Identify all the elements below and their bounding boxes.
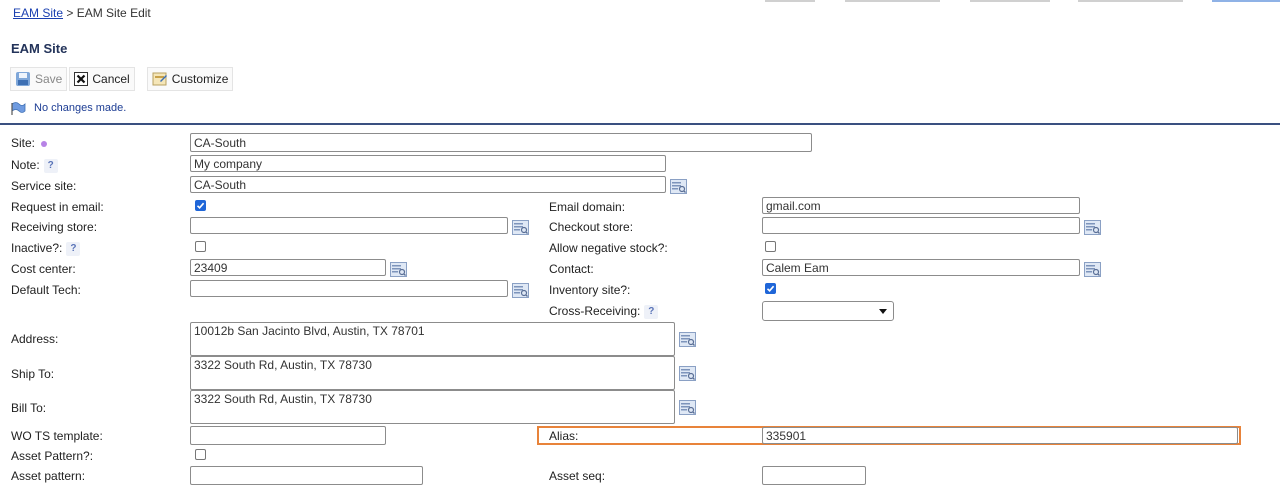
note-input[interactable] xyxy=(190,155,666,172)
address-lookup-icon[interactable] xyxy=(679,332,696,347)
request-in-email-checkbox[interactable] xyxy=(195,200,206,211)
allow-negative-stock-checkbox[interactable] xyxy=(765,241,776,252)
cost-center-label: Cost center: xyxy=(11,262,76,276)
breadcrumb-current: EAM Site Edit xyxy=(76,6,151,20)
default-tech-input[interactable] xyxy=(190,280,508,297)
email-domain-input[interactable] xyxy=(762,197,1080,214)
address-label: Address: xyxy=(11,332,59,346)
site-label-text: Site: xyxy=(11,136,36,150)
required-indicator-icon xyxy=(41,140,48,147)
allow-negative-stock-label: Allow negative stock?: xyxy=(549,241,668,255)
bill-to-textarea[interactable]: 3322 South Rd, Austin, TX 78730 xyxy=(190,390,675,424)
ship-to-label: Ship To: xyxy=(11,367,55,381)
cancel-button[interactable]: Cancel xyxy=(69,67,135,91)
wo-ts-template-label: WO TS template: xyxy=(11,429,103,443)
asset-seq-label: Asset seq: xyxy=(549,469,606,483)
save-label: Save xyxy=(35,72,63,86)
checkout-store-input[interactable] xyxy=(762,217,1080,234)
cross-receiving-select[interactable] xyxy=(762,301,894,321)
contact-label: Contact: xyxy=(549,262,594,276)
email-domain-label: Email domain: xyxy=(549,200,626,214)
receiving-store-input[interactable] xyxy=(190,217,508,234)
note-help-icon[interactable]: ? xyxy=(43,158,58,173)
cross-receiving-label: Cross-Receiving:? xyxy=(549,304,659,319)
cross-receiving-help-icon[interactable]: ? xyxy=(644,304,659,319)
floppy-disk-icon xyxy=(16,72,30,86)
info-flag-icon xyxy=(11,102,26,115)
status-message: No changes made. xyxy=(34,102,127,114)
inventory-site-checkbox[interactable] xyxy=(765,283,776,294)
default-tech-label: Default Tech: xyxy=(11,283,81,297)
customize-button[interactable]: Customize xyxy=(146,67,234,91)
header-divider xyxy=(0,123,1280,125)
asset-pattern-input[interactable] xyxy=(190,466,423,485)
page-title: EAM Site xyxy=(11,41,68,56)
checkout-store-lookup-icon[interactable] xyxy=(1084,220,1101,235)
cross-receiving-label-text: Cross-Receiving: xyxy=(549,304,641,318)
note-label-text: Note: xyxy=(11,158,40,172)
address-textarea[interactable]: 10012b San Jacinto Blvd, Austin, TX 7870… xyxy=(190,322,675,356)
site-input[interactable] xyxy=(190,133,812,152)
checkmark-icon xyxy=(196,202,205,209)
inactive-label: Inactive?:? xyxy=(11,241,81,256)
receiving-store-label: Receiving store: xyxy=(11,220,98,234)
alias-label: Alias: xyxy=(549,429,579,443)
alias-input[interactable] xyxy=(762,427,1238,444)
inactive-checkbox[interactable] xyxy=(195,241,206,252)
cancel-label: Cancel xyxy=(92,72,130,86)
close-icon xyxy=(74,72,89,86)
caret-down-icon xyxy=(879,308,887,314)
breadcrumb-link-eam-site[interactable]: EAM Site xyxy=(13,6,63,20)
contact-lookup-icon[interactable] xyxy=(1084,262,1101,277)
customize-icon xyxy=(152,72,167,86)
site-label: Site: xyxy=(11,136,48,150)
inventory-site-label: Inventory site?: xyxy=(549,283,631,297)
checkmark-icon xyxy=(766,285,775,292)
service-site-lookup-icon[interactable] xyxy=(670,179,687,194)
status-bar: No changes made. xyxy=(10,101,126,115)
cost-center-lookup-icon[interactable] xyxy=(390,262,407,277)
save-button[interactable]: Save xyxy=(10,67,68,91)
default-tech-lookup-icon[interactable] xyxy=(512,283,529,298)
toolbar: Save Cancel Customize xyxy=(10,67,234,91)
wo-ts-template-input[interactable] xyxy=(190,426,386,445)
receiving-store-lookup-icon[interactable] xyxy=(512,220,529,235)
contact-input[interactable] xyxy=(762,259,1080,276)
note-label: Note:? xyxy=(11,158,58,173)
asset-pattern-label: Asset pattern: xyxy=(11,469,86,483)
checkout-store-label: Checkout store: xyxy=(549,220,634,234)
bill-to-label: Bill To: xyxy=(11,401,47,415)
customize-label: Customize xyxy=(171,72,229,86)
asset-pattern-flag-label: Asset Pattern?: xyxy=(11,449,94,463)
ship-to-textarea[interactable]: 3322 South Rd, Austin, TX 78730 xyxy=(190,356,675,390)
service-site-label: Service site: xyxy=(11,179,77,193)
inactive-label-text: Inactive?: xyxy=(11,241,63,255)
service-site-input[interactable] xyxy=(190,176,666,193)
breadcrumb-separator: > xyxy=(66,6,74,20)
breadcrumb: EAM Site > EAM Site Edit xyxy=(13,6,151,20)
ship-to-lookup-icon[interactable] xyxy=(679,366,696,381)
cost-center-input[interactable] xyxy=(190,259,386,276)
inactive-help-icon[interactable]: ? xyxy=(66,241,81,256)
bill-to-lookup-icon[interactable] xyxy=(679,400,696,415)
request-in-email-label: Request in email: xyxy=(11,200,104,214)
asset-pattern-flag-checkbox[interactable] xyxy=(195,449,206,460)
asset-seq-input[interactable] xyxy=(762,466,866,485)
